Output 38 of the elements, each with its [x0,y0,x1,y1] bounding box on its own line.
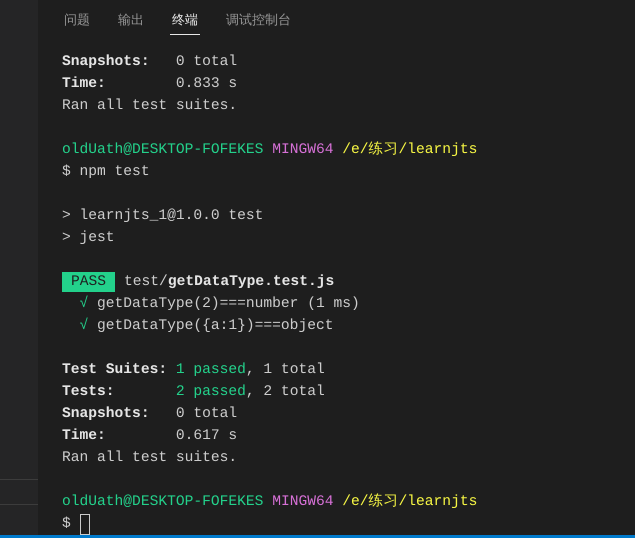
stat-value: , 1 total [246,361,325,380]
output-text: Ran all test suites. [62,97,238,116]
test-file-path: test/getDataType.test.js [124,273,334,292]
prompt-path: /e/练习/learnjts [342,140,478,160]
stat-value: 2 passed [176,383,246,402]
stat-value: 0 total [176,53,238,72]
prompt-shell: MINGW64 [272,141,334,160]
prompt-user: oldUath@DESKTOP-FOFEKES [62,141,264,160]
output-text: > jest [62,229,115,248]
check-mark: √ [80,316,88,336]
test-name: getDataType(2)===number (1 ms) [97,295,360,314]
output-text: > learnjts_1@1.0.0 test [62,207,264,226]
test-name: getDataType({a:1})===object [97,317,334,336]
prompt-user: oldUath@DESKTOP-FOFEKES [62,493,264,512]
stat-value: 0.617 s [176,427,238,446]
terminal-cursor [80,514,90,534]
command-text: npm test [80,163,150,182]
panel-tab[interactable]: 问题 [62,9,92,35]
prompt-symbol: $ [62,515,71,534]
stat-label: Time: [62,427,107,446]
stat-value: 0.833 s [176,75,238,94]
prompt-symbol: $ [62,163,71,182]
pass-badge: PASS [62,272,116,292]
stat-label: Test Suites: [62,361,168,380]
stat-label: Snapshots: [62,405,151,424]
panel-tab[interactable]: 调试控制台 [224,9,293,35]
prompt-shell: MINGW64 [272,493,334,512]
stat-value: 1 passed [176,361,246,380]
check-mark: √ [80,294,88,314]
panel-tab[interactable]: 输出 [116,9,146,35]
stat-label: Snapshots: [62,53,151,72]
stat-label: Tests: [62,383,116,402]
output-text: Ran all test suites. [62,449,238,468]
panel-tab[interactable]: 终端 [170,9,200,35]
stat-label: Time: [62,75,107,94]
stat-value: 0 total [176,405,238,424]
stat-value: , 2 total [246,383,325,402]
prompt-path: /e/练习/learnjts [342,492,478,512]
